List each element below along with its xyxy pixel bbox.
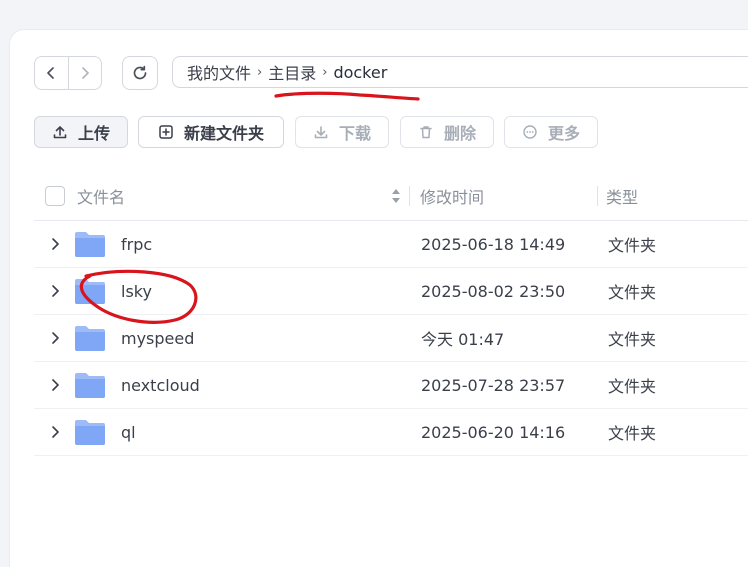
file-name[interactable]: frpc (121, 221, 152, 267)
select-all-checkbox[interactable] (45, 186, 65, 206)
more-button[interactable]: 更多 (504, 116, 598, 148)
breadcrumb-separator-icon: › (322, 64, 328, 80)
download-button[interactable]: 下载 (295, 116, 389, 148)
more-icon (522, 124, 538, 140)
table-row[interactable]: nextcloud 2025-07-28 23:57 文件夹 (34, 362, 748, 409)
folder-icon (75, 232, 105, 257)
trash-icon (418, 124, 434, 140)
breadcrumb-my-files[interactable]: 我的文件 (187, 60, 251, 84)
file-type: 文件夹 (608, 377, 657, 396)
file-modified: 2025-06-20 14:16 (421, 422, 566, 442)
column-header-modified[interactable]: 修改时间 (420, 172, 484, 220)
chevron-right-icon[interactable] (50, 425, 60, 439)
chevron-right-icon[interactable] (50, 378, 60, 392)
back-button[interactable] (35, 57, 68, 89)
table-header: 文件名 修改时间 类型 (34, 172, 748, 221)
column-divider[interactable] (597, 186, 598, 206)
file-type: 文件夹 (608, 236, 657, 255)
breadcrumb: 我的文件 › 主目录 › docker (172, 56, 748, 88)
file-name[interactable]: nextcloud (121, 362, 200, 408)
chevron-right-icon[interactable] (50, 331, 60, 345)
file-name[interactable]: myspeed (121, 315, 194, 361)
refresh-button[interactable] (122, 56, 158, 90)
folder-icon (75, 420, 105, 445)
navigation-row: 我的文件 › 主目录 › docker (34, 56, 748, 90)
download-icon (313, 124, 329, 140)
file-type: 文件夹 (608, 424, 657, 443)
table-row[interactable]: ql 2025-06-20 14:16 文件夹 (34, 409, 748, 456)
chevron-left-icon (47, 67, 55, 79)
file-table: 文件名 修改时间 类型 frpc 2025-06-18 14:49 文件夹 ls… (34, 172, 748, 456)
chevron-right-icon[interactable] (50, 284, 60, 298)
file-modified: 2025-06-18 14:49 (421, 234, 566, 254)
column-divider[interactable] (409, 186, 410, 206)
refresh-icon (133, 65, 147, 80)
folder-icon (75, 373, 105, 398)
file-name[interactable]: ql (121, 409, 136, 455)
forward-button[interactable] (67, 57, 102, 89)
file-manager-panel: 我的文件 › 主目录 › docker 上传 新建文件夹 下载 删除 更多 文件… (10, 30, 748, 567)
file-name[interactable]: lsky (121, 268, 152, 314)
history-nav-group (34, 56, 102, 90)
chevron-right-icon (81, 67, 89, 79)
sort-icon[interactable] (391, 187, 401, 205)
file-type: 文件夹 (608, 330, 657, 349)
more-label: 更多 (547, 124, 580, 143)
table-row[interactable]: frpc 2025-06-18 14:49 文件夹 (34, 221, 748, 268)
folder-icon (75, 326, 105, 351)
breadcrumb-separator-icon: › (257, 64, 263, 80)
file-modified: 2025-07-28 23:57 (421, 375, 566, 395)
table-body: frpc 2025-06-18 14:49 文件夹 lsky 2025-08-0… (34, 221, 748, 456)
column-header-type[interactable]: 类型 (606, 172, 638, 220)
new-folder-button[interactable]: 新建文件夹 (138, 116, 284, 148)
column-header-name[interactable]: 文件名 (77, 172, 125, 220)
file-modified: 2025-08-02 23:50 (421, 281, 566, 301)
file-modified: 今天 01:47 (421, 330, 505, 349)
download-label: 下载 (338, 124, 371, 143)
folder-icon (75, 279, 105, 304)
table-row[interactable]: myspeed 今天 01:47 文件夹 (34, 315, 748, 362)
breadcrumb-home[interactable]: 主目录 (268, 60, 316, 84)
new-folder-icon (158, 124, 174, 140)
upload-icon (52, 124, 68, 140)
delete-label: 删除 (443, 124, 476, 143)
breadcrumb-current[interactable]: docker (333, 63, 387, 82)
upload-button[interactable]: 上传 (34, 116, 128, 148)
chevron-right-icon[interactable] (50, 237, 60, 251)
new-folder-label: 新建文件夹 (183, 124, 264, 143)
delete-button[interactable]: 删除 (400, 116, 494, 148)
upload-label: 上传 (77, 124, 110, 143)
toolbar: 上传 新建文件夹 下载 删除 更多 (34, 116, 748, 152)
table-row[interactable]: lsky 2025-08-02 23:50 文件夹 (34, 268, 748, 315)
file-type: 文件夹 (608, 283, 657, 302)
